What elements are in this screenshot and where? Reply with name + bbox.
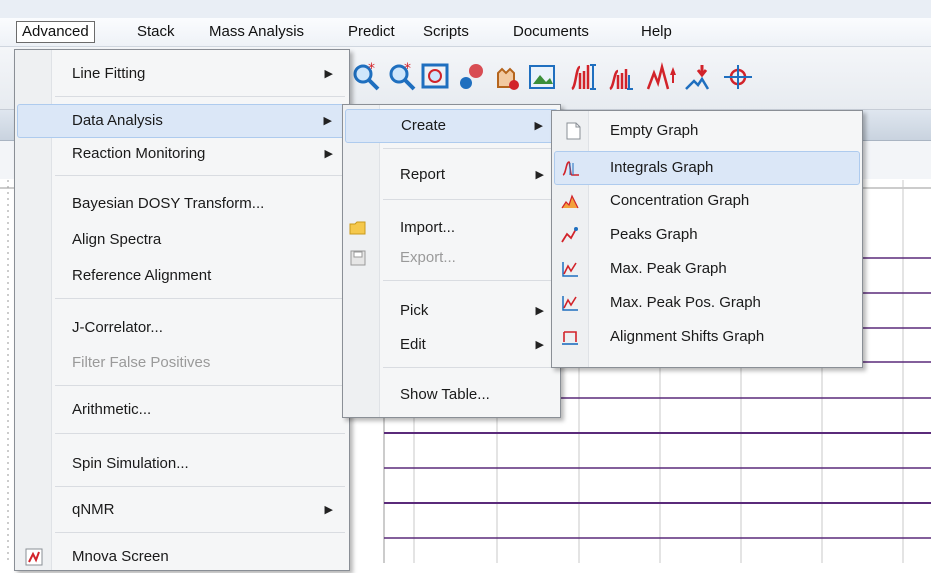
submenu-arrow-icon: ▶: [323, 115, 332, 127]
menu-item-bayesian-dosy[interactable]: Bayesian DOSY Transform...: [17, 188, 347, 220]
menu-item-filter-false-positives: Filter False Positives: [72, 354, 211, 371]
menu-separator: [55, 298, 345, 299]
peak-down-icon[interactable]: [684, 61, 716, 93]
fit-view-icon[interactable]: [420, 61, 452, 93]
menu-item-spin-simulation[interactable]: Spin Simulation...: [17, 448, 347, 480]
submenu-arrow-icon: ▶: [535, 305, 544, 317]
menu-separator: [55, 532, 345, 533]
menu-separator: [383, 199, 556, 200]
svg-text:*: *: [368, 61, 375, 77]
menu-item-export: Export...: [345, 242, 558, 274]
menu-item-max-peak-pos-graph[interactable]: Max. Peak Pos. Graph: [554, 287, 860, 319]
menu-item-integrals-graph[interactable]: Integrals Graph: [554, 151, 860, 185]
submenu-arrow-icon: ▶: [534, 120, 543, 132]
menu-item-alignment-shifts-graph[interactable]: Alignment Shifts Graph: [554, 321, 860, 353]
save-icon: [350, 250, 366, 266]
menu-separator: [55, 175, 345, 176]
folder-icon: [349, 221, 366, 235]
mnova-screen-icon: [25, 548, 43, 566]
submenu-arrow-icon: ▶: [324, 504, 333, 516]
menu-item-mnova-screen[interactable]: Mnova Screen: [17, 541, 347, 573]
menu-separator: [383, 280, 556, 281]
menu-help[interactable]: Help: [636, 21, 677, 43]
menu-advanced[interactable]: Advanced: [16, 21, 95, 43]
integrals-graph-icon: [562, 161, 579, 176]
menu-item-create[interactable]: Create ▶: [345, 109, 558, 143]
submenu-arrow-icon: ▶: [324, 148, 333, 160]
peaks-graph-icon: [561, 227, 578, 243]
menu-item-line-fitting[interactable]: Line Fitting ▶: [17, 58, 347, 90]
menu-item-reaction-monitoring[interactable]: Reaction Monitoring ▶: [17, 138, 347, 170]
menu-scripts[interactable]: Scripts: [418, 21, 474, 43]
menu-item-empty-graph[interactable]: Empty Graph: [554, 115, 860, 147]
alignment-shifts-graph-icon: [562, 331, 578, 345]
pan-hand-icon[interactable]: [490, 61, 522, 93]
empty-page-icon: [566, 122, 581, 140]
menu-item-concentration-graph[interactable]: Concentration Graph: [554, 185, 860, 217]
crosshair-icon[interactable]: [722, 61, 754, 93]
menu-item-show-table[interactable]: Show Table...: [345, 379, 558, 411]
image-icon[interactable]: [526, 61, 558, 93]
submenu-arrow-icon: ▶: [535, 169, 544, 181]
menu-item-reference-alignment[interactable]: Reference Alignment: [17, 260, 347, 292]
window-title-strip: [0, 0, 931, 19]
menu-bar: Advanced Stack Mass Analysis Predict Scr…: [0, 18, 931, 47]
data-analysis-menu: Create ▶ Report ▶ Import... Export... Pi…: [342, 104, 561, 418]
menu-separator: [383, 148, 556, 149]
max-peak-pos-graph-icon: [562, 296, 578, 311]
menu-stack[interactable]: Stack: [132, 21, 180, 43]
menu-separator: [55, 486, 345, 487]
menu-item-j-correlator[interactable]: J-Correlator...: [17, 312, 347, 344]
menu-item-data-analysis[interactable]: Data Analysis ▶: [17, 104, 347, 138]
menu-item-max-peak-graph[interactable]: Max. Peak Graph: [554, 253, 860, 285]
menu-item-qnmr[interactable]: qNMR ▶: [17, 494, 347, 526]
menu-separator: [383, 367, 556, 368]
menu-item-edit[interactable]: Edit ▶: [345, 329, 558, 361]
peak-up-icon[interactable]: [646, 61, 678, 93]
menu-item-peaks-graph[interactable]: Peaks Graph: [554, 219, 860, 251]
max-peak-graph-icon: [562, 262, 578, 277]
menu-item-pick[interactable]: Pick ▶: [345, 295, 558, 327]
integral-auto-icon[interactable]: [606, 61, 638, 93]
submenu-arrow-icon: ▶: [324, 68, 333, 80]
integral-manual-icon[interactable]: [568, 61, 600, 93]
submenu-arrow-icon: ▶: [535, 339, 544, 351]
svg-text:*: *: [404, 61, 411, 77]
menu-predict[interactable]: Predict: [343, 21, 400, 43]
menu-item-import[interactable]: Import...: [345, 212, 558, 244]
menu-separator: [55, 385, 345, 386]
menu-documents[interactable]: Documents: [508, 21, 594, 43]
menu-separator: [55, 96, 345, 97]
menu-item-align-spectra[interactable]: Align Spectra: [17, 224, 347, 256]
zoom-out-icon[interactable]: *: [386, 61, 418, 93]
menu-item-report[interactable]: Report ▶: [345, 159, 558, 191]
zoom-in-icon[interactable]: *: [350, 61, 382, 93]
create-menu: Empty Graph Integrals Graph Concentratio…: [551, 110, 863, 368]
peak-pick-icon[interactable]: [456, 61, 488, 93]
menu-separator: [55, 433, 345, 434]
menu-mass-analysis[interactable]: Mass Analysis: [204, 21, 309, 43]
advanced-menu: Line Fitting ▶ Data Analysis ▶ Reaction …: [14, 49, 350, 571]
menu-item-arithmetic[interactable]: Arithmetic...: [17, 394, 347, 426]
concentration-graph-icon: [561, 194, 579, 209]
